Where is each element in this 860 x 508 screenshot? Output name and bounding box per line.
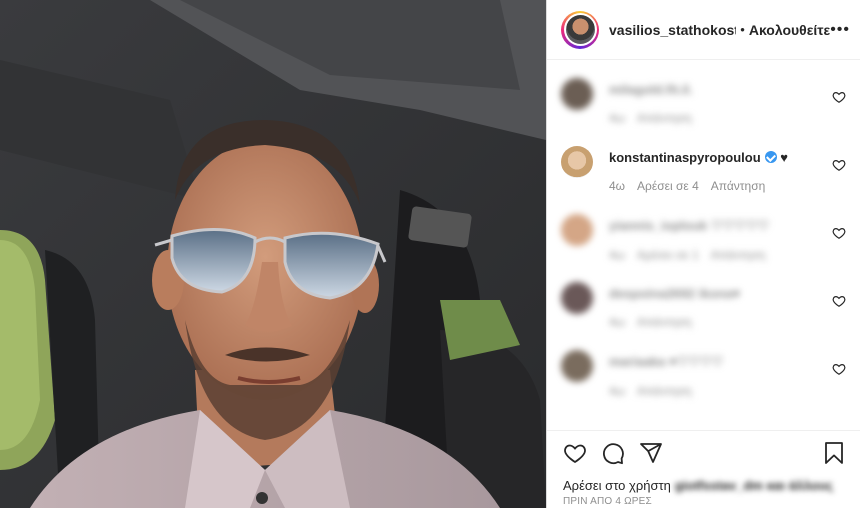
small-heart-icon[interactable] [832,90,846,104]
bookmark-icon [825,441,843,464]
heart-outline-icon [564,444,586,463]
post-actions-bar [547,430,860,474]
post-timestamp[interactable]: ΠΡΙΝ ΑΠΟ 4 ΩΡΕΣ [547,496,860,508]
commenter-username[interactable]: despoina2692 ikona♥ [609,286,846,301]
like-button[interactable] [561,439,589,467]
likes-summary: Αρέσει στο χρήστη giotfsstav_dm και άλλο… [547,474,860,496]
following-button[interactable]: Ακολουθείτε [749,22,830,38]
comment-time: 4ω [609,179,626,193]
comment-time: 4ω [609,315,626,329]
author-username[interactable]: vasilios_stathokostc [609,22,736,38]
reply-button[interactable]: Απάντηση [637,315,692,329]
header-separator: • [740,22,745,37]
comment-text: ♥ [780,150,789,165]
paper-plane-icon [640,442,662,463]
comment-item: mariaaka ♥♡♡♡♡ 4ω Απάντηση [547,346,860,414]
commenter-avatar[interactable] [561,282,593,314]
commenter-username[interactable]: mariaaka ♥♡♡♡♡ [609,354,846,370]
comment-item: konstantinaspyropoulou ♥ 4ω Αρέσει σε 4 Απ… [547,142,860,210]
comment-item: despoina2692 ikona♥ 4ω Απάντηση [547,278,860,346]
selfie-image [0,0,546,508]
post-side-panel: vasilios_stathokostc • Ακολουθείτε ••• m… [546,0,860,508]
reply-button[interactable]: Απάντηση [711,179,766,193]
comments-list[interactable]: milagold.fit.il. 4ω Απάντηση konstantinas… [547,60,860,430]
reply-button[interactable]: Απάντηση [637,111,692,125]
likes-prefix: Αρέσει στο χρήστη [563,477,671,493]
author-avatar[interactable] [561,10,599,49]
comment-time: 4ω [609,384,626,398]
more-options-icon[interactable]: ••• [830,21,850,39]
reply-button[interactable]: Απάντηση [637,384,692,398]
commenter-avatar[interactable] [561,146,593,178]
commenter-username[interactable]: yiannis_ioplouk ♡♡♡♡♡ [609,218,846,234]
comment-likes-count[interactable]: Αρέσει σε 1 [637,248,699,262]
verified-badge-icon [764,151,777,163]
save-button[interactable] [820,439,848,467]
small-heart-icon[interactable] [832,294,846,308]
commenter-avatar[interactable] [561,78,593,110]
comment-item: milagold.fit.il. 4ω Απάντηση [547,74,860,142]
speech-bubble-icon [603,442,624,464]
comment-item: yiannis_ioplouk ♡♡♡♡♡ 4ω Αρέσει σε 1 Απάντ… [547,210,860,278]
reply-button[interactable]: Απάντηση [711,248,766,262]
commenter-avatar[interactable] [561,350,593,382]
comment-time: 4ω [609,111,626,125]
liker-username[interactable]: giotfsstav_dm και άλλους [675,478,833,493]
commenter-username[interactable]: konstantinaspyropoulou [609,150,761,165]
post-photo[interactable] [0,0,546,508]
small-heart-icon[interactable] [832,226,846,240]
small-heart-icon[interactable] [832,362,846,376]
commenter-avatar[interactable] [561,214,593,246]
post-header: vasilios_stathokostc • Ακολουθείτε ••• [547,0,860,60]
small-heart-icon[interactable] [832,158,846,172]
comment-likes-count[interactable]: Αρέσει σε 4 [637,179,699,193]
comment-button[interactable] [599,439,627,467]
instagram-post-dialog: vasilios_stathokostc • Ακολουθείτε ••• m… [0,0,860,508]
commenter-username[interactable]: milagold.fit.il. [609,82,846,97]
comment-time: 4ω [609,248,626,262]
share-button[interactable] [637,439,665,467]
author-avatar-image [565,15,595,44]
